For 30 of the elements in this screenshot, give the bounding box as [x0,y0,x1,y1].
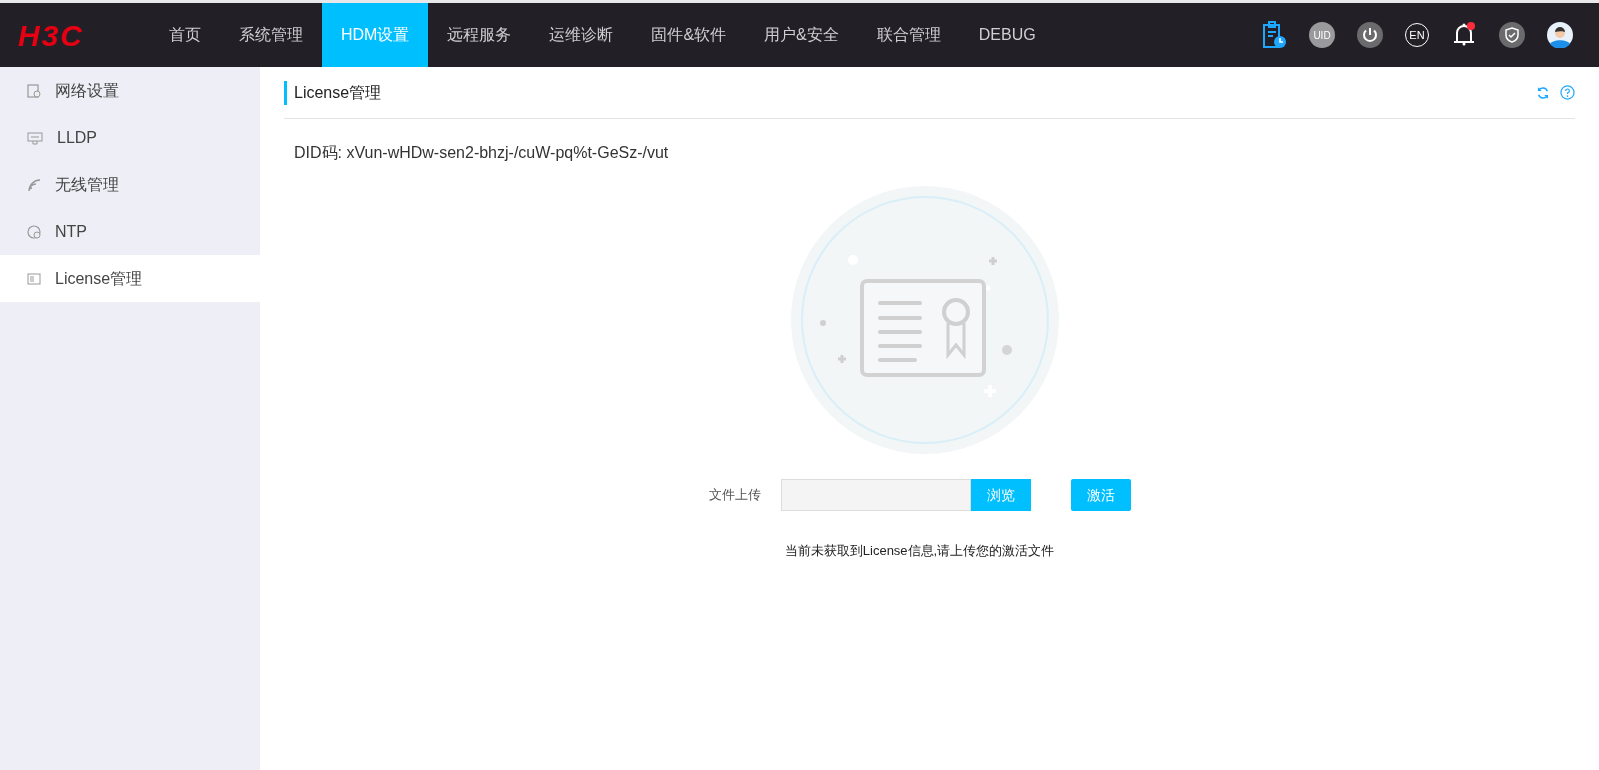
help-icon[interactable] [1560,85,1575,100]
nav-tab[interactable]: 运维诊断 [530,3,633,67]
nav-tab[interactable]: 用户&安全 [745,3,858,67]
nav-tab[interactable]: 联合管理 [857,3,960,67]
sidebar-item[interactable]: 网络设置 [0,67,260,114]
user-avatar[interactable] [1547,22,1573,48]
file-path-field[interactable] [780,479,971,511]
sidebar-item[interactable]: 无线管理 [0,161,260,208]
shield-icon[interactable] [1499,22,1525,48]
nav-tab[interactable]: 固件&软件 [632,3,746,67]
upload-label: 文件上传 [708,486,761,505]
network-settings-icon [27,83,41,98]
clipboard-clock-icon[interactable] [1261,21,1287,49]
sidebar-item[interactable]: NTP [0,208,260,255]
license-card-icon [27,272,41,285]
nav-tab[interactable]: DEBUG [959,3,1055,67]
did-code-text: DID码: xVun-wHDw-sen2-bhzj-/cuW-pq%t-GeSz-/vut [294,144,669,161]
status-message: 当前未获取到License信息,请上传您的激活文件 [784,542,1055,560]
refresh-icon[interactable] [1536,85,1550,100]
globe-clock-icon [27,224,41,239]
power-icon[interactable] [1357,22,1383,48]
page-title: License管理 [284,80,382,105]
nav-tab[interactable]: 首页 [150,3,220,67]
device-label-icon [27,130,43,145]
sidebar-item[interactable]: LLDP [0,114,260,161]
nav-tab[interactable]: 远程服务 [428,3,531,67]
nav-tab[interactable]: 系统管理 [220,3,322,67]
sidebar-item[interactable]: License管理 [0,255,260,302]
wireless-icon [27,177,41,192]
logo: H3C [18,17,84,54]
